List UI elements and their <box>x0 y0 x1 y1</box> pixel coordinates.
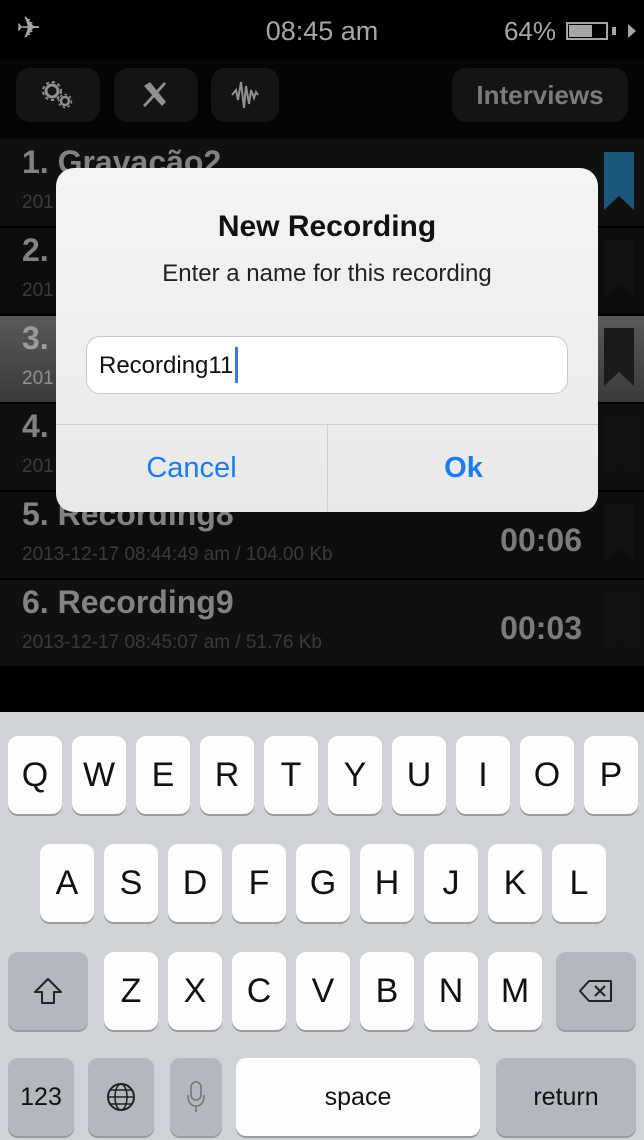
key-y[interactable]: Y <box>328 736 382 814</box>
key-w[interactable]: W <box>72 736 126 814</box>
key-f[interactable]: F <box>232 844 286 922</box>
keyboard: Q W E R T Y U I O P A S D F G H J K L Z … <box>0 712 644 1140</box>
recording-name-value: Recording11 <box>99 352 234 379</box>
key-s[interactable]: S <box>104 844 158 922</box>
key-c[interactable]: C <box>232 952 286 1030</box>
shift-key[interactable] <box>8 952 88 1030</box>
key-t[interactable]: T <box>264 736 318 814</box>
return-key[interactable]: return <box>496 1058 636 1136</box>
space-key[interactable]: space <box>236 1058 480 1136</box>
key-p[interactable]: P <box>584 736 638 814</box>
recording-name-input[interactable]: Recording11 <box>86 336 568 394</box>
microphone-icon <box>187 1081 205 1112</box>
key-e[interactable]: E <box>136 736 190 814</box>
key-u[interactable]: U <box>392 736 446 814</box>
backspace-icon <box>579 980 612 1002</box>
key-x[interactable]: X <box>168 952 222 1030</box>
key-d[interactable]: D <box>168 844 222 922</box>
key-z[interactable]: Z <box>104 952 158 1030</box>
cancel-button[interactable]: Cancel <box>56 424 327 512</box>
text-caret <box>235 347 238 383</box>
key-r[interactable]: R <box>200 736 254 814</box>
key-l[interactable]: L <box>552 844 606 922</box>
key-i[interactable]: I <box>456 736 510 814</box>
ok-button[interactable]: Ok <box>328 424 598 512</box>
shift-icon <box>34 978 62 1004</box>
key-h[interactable]: H <box>360 844 414 922</box>
key-o[interactable]: O <box>520 736 574 814</box>
dictation-key[interactable] <box>170 1058 222 1136</box>
globe-key[interactable] <box>88 1058 154 1136</box>
dialog-title: New Recording <box>217 210 437 243</box>
key-a[interactable]: A <box>40 844 94 922</box>
globe-icon <box>107 1083 135 1111</box>
dialog-message: Enter a name for this recording <box>162 260 492 287</box>
key-j[interactable]: J <box>424 844 478 922</box>
key-q[interactable]: Q <box>8 736 62 814</box>
key-b[interactable]: B <box>360 952 414 1030</box>
new-recording-dialog: New Recording Enter a name for this reco… <box>56 168 598 512</box>
delete-key[interactable] <box>556 952 636 1030</box>
key-k[interactable]: K <box>488 844 542 922</box>
numbers-key[interactable]: 123 <box>8 1058 74 1136</box>
key-m[interactable]: M <box>488 952 542 1030</box>
key-v[interactable]: V <box>296 952 350 1030</box>
key-n[interactable]: N <box>424 952 478 1030</box>
key-g[interactable]: G <box>296 844 350 922</box>
